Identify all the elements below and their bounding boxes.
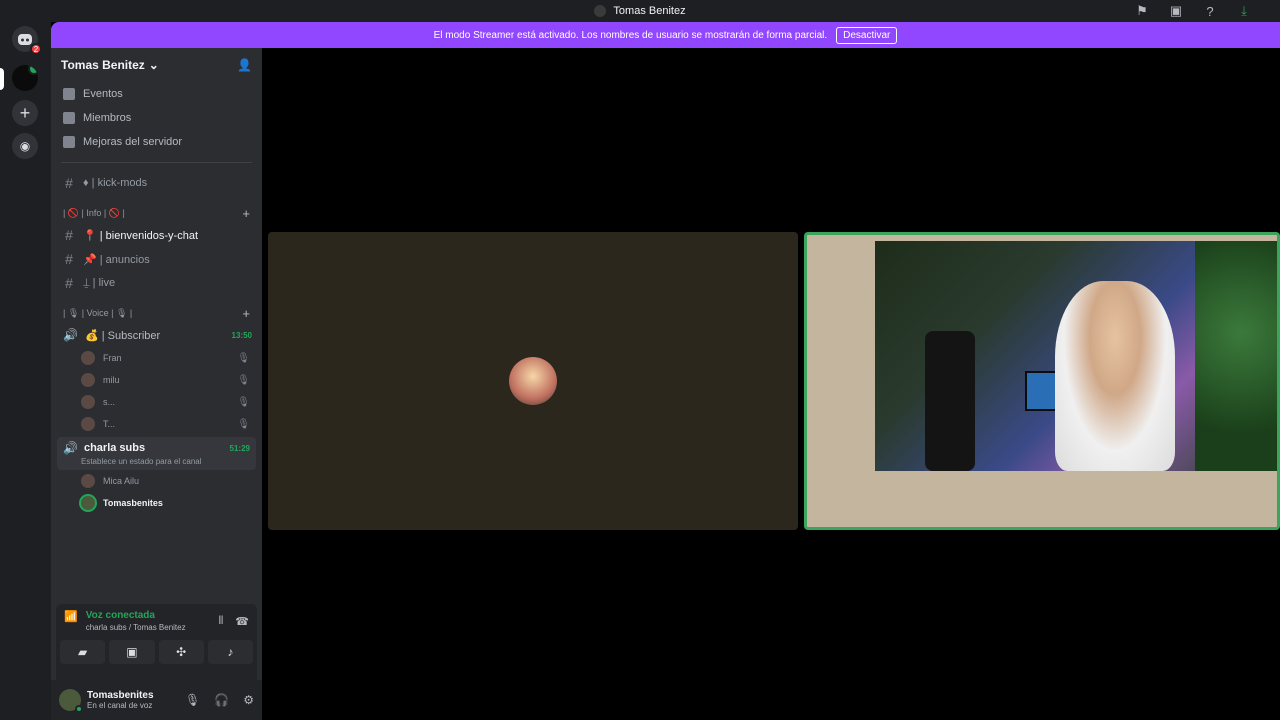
- voice-user[interactable]: T... 🎙: [51, 413, 262, 435]
- channel-status[interactable]: Establece un estado para el canal: [63, 457, 250, 466]
- webcam-video: [875, 241, 1277, 471]
- activities-icon: ✣: [176, 645, 187, 659]
- username: Tomasbenites: [87, 690, 154, 701]
- mentions-badge: 2: [30, 43, 42, 55]
- voice-stage: [262, 48, 1280, 720]
- signal-icon[interactable]: 📶: [64, 610, 78, 623]
- voice-user[interactable]: Fran 🎙: [51, 347, 262, 369]
- voice-timer: 13:50: [231, 330, 252, 340]
- video-person: [1055, 281, 1175, 471]
- voice-channel-subscriber[interactable]: 🔊 💰 | Subscriber 13:50: [51, 323, 262, 347]
- screen-share-icon[interactable]: ▣: [1168, 3, 1184, 19]
- user-status: En el canal de voz: [87, 701, 153, 710]
- server-rail: 2 + ◉: [0, 22, 51, 720]
- server-header[interactable]: Tomas Benitez ⌄ 👤: [51, 48, 262, 82]
- voice-channel-charla-subs[interactable]: 🔊 charla subs 51:29 Establece un estado pa…: [57, 437, 256, 470]
- voice-user-self[interactable]: Tomasbenites: [51, 492, 262, 514]
- menu-boosts[interactable]: Mejoras del servidor: [51, 130, 262, 154]
- user-panel: Tomasbenites En el canal de voz 🎙 🎧 ⚙: [51, 680, 262, 720]
- avatar: [81, 373, 95, 387]
- selected-server-pill: [0, 68, 4, 90]
- help-icon[interactable]: ?: [1202, 3, 1218, 19]
- avatar: [81, 496, 95, 510]
- avatar: [81, 351, 95, 365]
- avatar: [81, 395, 95, 409]
- discord-logo-icon: [18, 33, 32, 45]
- user-info[interactable]: Tomasbenites En el canal de voz: [59, 689, 154, 713]
- mic-muted-icon: 🎙: [237, 374, 250, 386]
- hash-icon: #: [65, 251, 73, 267]
- explore-icon[interactable]: ◉: [12, 133, 38, 159]
- menu-events[interactable]: Eventos: [51, 82, 262, 106]
- window-title: Tomas Benitez: [613, 5, 686, 17]
- noise-suppression-icon[interactable]: ⫴: [219, 615, 224, 628]
- video-tree: [1195, 241, 1277, 471]
- menu-members[interactable]: Miembros: [51, 106, 262, 130]
- video-microphone: [925, 331, 975, 471]
- online-status-icon: [75, 705, 83, 713]
- voice-connected-label[interactable]: Voz conectada: [86, 610, 186, 621]
- discord-app: Tomas Benitez ⚑ ▣ ? ⤓ 2 + ◉ El modo Stre…: [0, 0, 1280, 720]
- headphones-icon[interactable]: 🎧: [214, 693, 229, 707]
- voice-user[interactable]: milu 🎙: [51, 369, 262, 391]
- add-channel-icon[interactable]: +: [242, 206, 250, 221]
- server-name: Tomas Benitez: [61, 58, 145, 72]
- hash-icon: #: [65, 175, 73, 191]
- title-avatar: [594, 5, 607, 17]
- participant-tile-mica[interactable]: [268, 232, 798, 530]
- participant-tile-tomasbenites-video[interactable]: [804, 232, 1280, 530]
- screen-share-icon: ▣: [126, 645, 138, 659]
- download-icon[interactable]: ⤓: [1236, 3, 1252, 19]
- disable-streamer-button[interactable]: Desactivar: [836, 26, 898, 44]
- add-server-button[interactable]: +: [12, 100, 38, 126]
- speaker-icon: 🔊: [63, 328, 78, 342]
- participant-avatar: [509, 357, 557, 405]
- voice-connection-panel: 📶 Voz conectada charla subs / Tomas Beni…: [56, 604, 257, 684]
- invite-people-icon[interactable]: 👤: [237, 58, 252, 72]
- divider: [61, 162, 252, 163]
- boost-icon: [63, 136, 75, 148]
- activities-button[interactable]: ✣: [158, 640, 204, 664]
- channel-anuncios[interactable]: # 📌 | anuncios: [51, 247, 262, 271]
- hash-icon: #: [65, 275, 73, 291]
- camera-button[interactable]: ▰: [60, 640, 106, 664]
- mic-muted-icon: 🎙: [237, 352, 250, 364]
- disconnect-icon[interactable]: ☎: [235, 615, 249, 628]
- home-button[interactable]: 2: [12, 26, 42, 55]
- inbox-flag-icon[interactable]: ⚑: [1134, 3, 1150, 19]
- category-voice[interactable]: | 🎙 | Voice | 🎙 | +: [51, 303, 262, 323]
- banner-message: El modo Streamer está activado. Los nomb…: [433, 29, 828, 41]
- avatar: [81, 417, 95, 431]
- streamer-mode-banner: El modo Streamer está activado. Los nomb…: [51, 22, 1280, 48]
- members-icon: [63, 112, 75, 124]
- live-indicator: [28, 65, 38, 75]
- voice-user[interactable]: Mica Ailu: [51, 470, 262, 492]
- voice-timer: 51:29: [229, 443, 250, 453]
- hash-icon: #: [65, 227, 73, 243]
- voice-connected-channel[interactable]: charla subs / Tomas Benitez: [86, 623, 186, 632]
- server-icon-tomas[interactable]: [12, 65, 38, 91]
- soundboard-button[interactable]: ♪: [207, 640, 253, 664]
- avatar: [81, 474, 95, 488]
- title-bar-icons: ⚑ ▣ ? ⤓: [1134, 3, 1252, 19]
- channel-bienvenidos[interactable]: # 📍 | bienvenidos-y-chat: [51, 223, 262, 247]
- calendar-icon: [63, 88, 75, 100]
- avatar: [59, 689, 83, 713]
- add-channel-icon[interactable]: +: [242, 306, 250, 321]
- chevron-down-icon: ⌄: [148, 58, 159, 72]
- channel-sidebar: Tomas Benitez ⌄ 👤 Eventos Miembros Mejora…: [51, 48, 262, 720]
- channel-kick-mods[interactable]: # ♦ | kick-mods: [51, 171, 262, 195]
- share-screen-button[interactable]: ▣: [109, 640, 155, 664]
- voice-user[interactable]: s... 🎙: [51, 391, 262, 413]
- title-bar: Tomas Benitez ⚑ ▣ ? ⤓: [0, 0, 1280, 22]
- mic-muted-icon: 🎙: [237, 396, 250, 408]
- channel-live[interactable]: # ⍊ | live: [51, 271, 262, 295]
- speaker-icon: 🔊: [63, 441, 78, 455]
- mic-muted-icon: 🎙: [237, 418, 250, 430]
- soundboard-icon: ♪: [227, 645, 234, 659]
- camera-off-icon: ▰: [78, 645, 88, 659]
- category-info[interactable]: | 🚫 | Info | 🚫 | +: [51, 203, 262, 223]
- settings-gear-icon[interactable]: ⚙: [243, 693, 254, 707]
- microphone-icon[interactable]: 🎙: [185, 693, 200, 707]
